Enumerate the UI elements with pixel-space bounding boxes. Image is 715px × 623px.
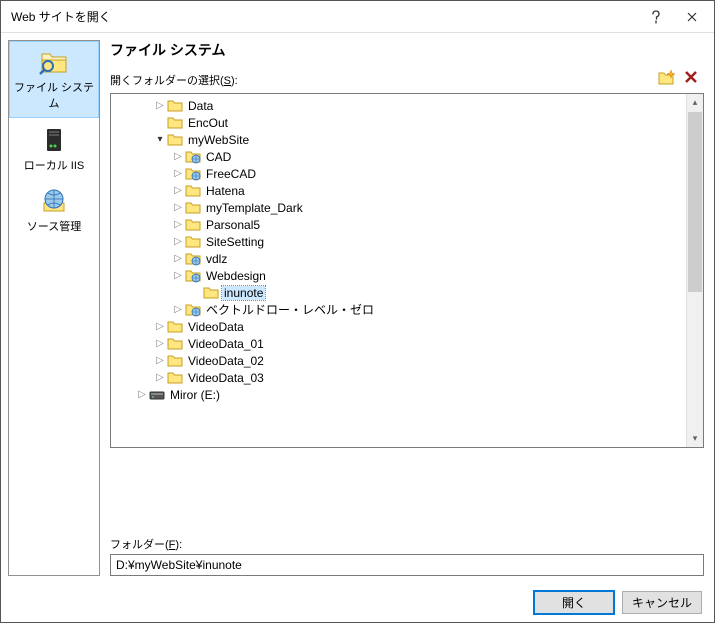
tree-label[interactable]: myWebSite — [186, 133, 251, 147]
tree-row[interactable]: ▷ VideoData_03 — [111, 369, 703, 386]
tree-row[interactable]: EncOut — [111, 114, 703, 131]
tree-label[interactable]: Parsonal5 — [204, 218, 262, 232]
tree-row[interactable]: ▷ FreeCAD — [111, 165, 703, 182]
tree-label[interactable]: ベクトルドロー・レベル・ゼロ — [204, 301, 376, 318]
sidebar: ファイル システム ローカル IIS ソース管理 — [8, 40, 100, 576]
tree-label[interactable]: vdlz — [204, 252, 229, 266]
chevron-right-icon[interactable]: ▷ — [171, 168, 185, 179]
toolbar-icons — [658, 70, 704, 89]
scrollbar[interactable]: ▴ ▾ — [686, 94, 703, 447]
main-heading: ファイル システム — [110, 40, 704, 60]
close-icon — [687, 12, 697, 22]
tree-row[interactable]: ▾ myWebSite — [111, 131, 703, 148]
tree-row[interactable]: ▷ Webdesign — [111, 267, 703, 284]
tree-row[interactable]: ▷ VideoData — [111, 318, 703, 335]
chevron-right-icon[interactable]: ▷ — [153, 100, 167, 111]
tree-label[interactable]: inunote — [222, 286, 265, 300]
sidebar-item-filesystem[interactable]: ファイル システム — [9, 41, 99, 118]
tree-row[interactable]: inunote — [111, 284, 703, 301]
chevron-right-icon[interactable]: ▷ — [171, 219, 185, 230]
new-folder-icon — [658, 70, 676, 86]
cancel-button[interactable]: キャンセル — [622, 591, 702, 614]
content: ファイル システム ローカル IIS ソース管理 ファイル システム — [1, 33, 714, 583]
tree-label[interactable]: VideoData_02 — [186, 354, 266, 368]
tree-label[interactable]: EncOut — [186, 116, 230, 130]
chevron-down-icon[interactable]: ▾ — [153, 134, 167, 145]
chevron-right-icon[interactable]: ▷ — [153, 372, 167, 383]
chevron-right-icon[interactable]: ▷ — [171, 270, 185, 281]
tree-label[interactable]: Hatena — [204, 184, 247, 198]
scroll-down-icon[interactable]: ▾ — [687, 430, 703, 447]
chevron-right-icon[interactable]: ▷ — [153, 338, 167, 349]
tree-label[interactable]: myTemplate_Dark — [204, 201, 305, 215]
server-icon — [40, 126, 68, 154]
window-title: Web サイトを開く — [11, 8, 638, 25]
titlebar: Web サイトを開く — [1, 1, 714, 33]
tree-label[interactable]: FreeCAD — [204, 167, 258, 181]
folder-path-input[interactable] — [110, 554, 704, 576]
sidebar-label: ファイル システム — [14, 82, 94, 110]
tree-label[interactable]: Data — [186, 99, 215, 113]
tree-row[interactable]: ▷ myTemplate_Dark — [111, 199, 703, 216]
tree-row[interactable]: ▷ SiteSetting — [111, 233, 703, 250]
tree-label[interactable]: VideoData_01 — [186, 337, 266, 351]
folder-tree[interactable]: ▷DataEncOut▾myWebSite▷CAD▷FreeCAD▷Hatena… — [110, 93, 704, 448]
help-button[interactable] — [638, 1, 674, 33]
select-row: 開くフォルダーの選択(S): — [110, 70, 704, 89]
tree-label[interactable]: SiteSetting — [204, 235, 266, 249]
folder-path-label: フォルダー(F): — [110, 536, 704, 552]
tree-label[interactable]: VideoData — [186, 320, 246, 334]
chevron-right-icon[interactable]: ▷ — [171, 304, 185, 315]
tree-row[interactable]: ▷ VideoData_02 — [111, 352, 703, 369]
sidebar-item-source[interactable]: ソース管理 — [9, 179, 99, 240]
open-button[interactable]: 開く — [534, 591, 614, 614]
scroll-up-icon[interactable]: ▴ — [687, 94, 703, 111]
select-folder-label: 開くフォルダーの選択(S): — [110, 72, 658, 88]
tree-row[interactable]: ▷ CAD — [111, 148, 703, 165]
help-icon — [651, 10, 661, 24]
tree-label[interactable]: Miror (E:) — [168, 388, 222, 402]
chevron-right-icon[interactable]: ▷ — [171, 236, 185, 247]
chevron-right-icon[interactable]: ▷ — [171, 202, 185, 213]
tree-row[interactable]: ▷ VideoData_01 — [111, 335, 703, 352]
sidebar-label: ローカル IIS — [24, 160, 85, 172]
tree-row[interactable]: ▷ ベクトルドロー・レベル・ゼロ — [111, 301, 703, 318]
chevron-right-icon[interactable]: ▷ — [171, 185, 185, 196]
sidebar-item-iis[interactable]: ローカル IIS — [9, 118, 99, 179]
folder-field: フォルダー(F): — [110, 536, 704, 576]
new-folder-button[interactable] — [658, 70, 676, 89]
button-row: 開く キャンセル — [1, 583, 714, 622]
tree-label[interactable]: VideoData_03 — [186, 371, 266, 385]
tree-row[interactable]: ▷ vdlz — [111, 250, 703, 267]
tree-label[interactable]: CAD — [204, 150, 233, 164]
chevron-right-icon[interactable]: ▷ — [153, 321, 167, 332]
close-button[interactable] — [674, 1, 710, 33]
tree-label[interactable]: Webdesign — [204, 269, 268, 283]
tree-row[interactable]: ▷ Miror (E:) — [111, 386, 703, 403]
chevron-right-icon[interactable]: ▷ — [153, 355, 167, 366]
sidebar-label: ソース管理 — [27, 221, 81, 233]
tree-row[interactable]: ▷ Data — [111, 97, 703, 114]
tree-row[interactable]: ▷ Parsonal5 — [111, 216, 703, 233]
tree-row[interactable]: ▷ Hatena — [111, 182, 703, 199]
filesystem-icon — [38, 50, 70, 76]
chevron-right-icon[interactable]: ▷ — [171, 151, 185, 162]
delete-button[interactable] — [684, 70, 698, 89]
globe-icon — [40, 187, 68, 215]
main-panel: ファイル システム 開くフォルダーの選択(S): — [104, 33, 714, 583]
chevron-right-icon[interactable]: ▷ — [171, 253, 185, 264]
delete-icon — [684, 70, 698, 84]
chevron-right-icon[interactable]: ▷ — [135, 389, 149, 400]
scrollbar-thumb[interactable] — [688, 112, 702, 292]
